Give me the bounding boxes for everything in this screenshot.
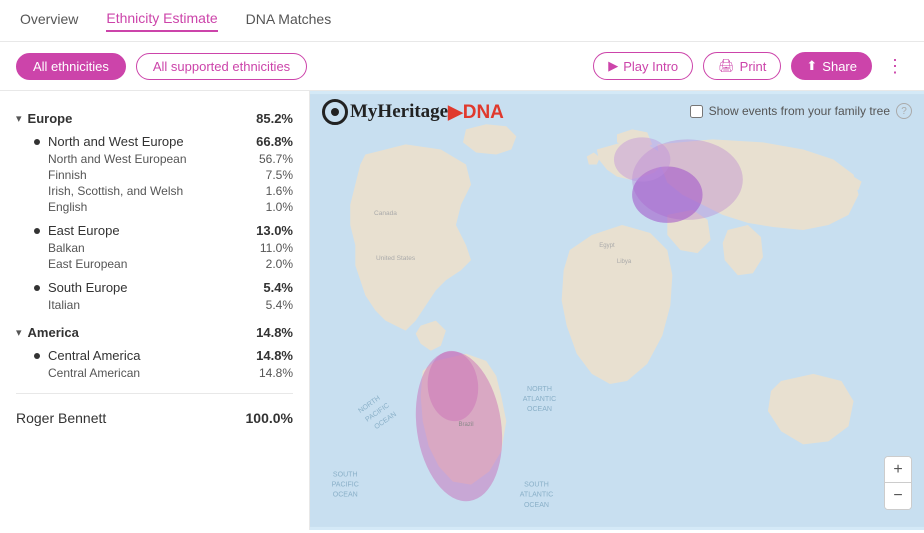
svg-text:ATLANTIC: ATLANTIC [523,396,556,403]
play-intro-button[interactable]: ▶ Play Intro [593,52,693,80]
region-america-pct: 14.8% [256,325,293,340]
subregion-south-pct: 5.4% [263,280,293,295]
list-item: Central American 14.8% [16,365,293,381]
main-content: ▾ Europe 85.2% North and West Europe 66.… [0,91,924,530]
region-europe[interactable]: ▾ Europe 85.2% [16,111,293,126]
zoom-in-button[interactable]: + [885,457,911,483]
svg-text:Canada: Canada [374,210,397,217]
svg-text:Brazil: Brazil [458,422,473,428]
svg-text:OCEAN: OCEAN [524,502,549,509]
show-events-checkbox[interactable] [690,105,703,118]
nav-ethnicity[interactable]: Ethnicity Estimate [106,10,217,32]
svg-text:Egypt: Egypt [599,243,615,249]
svg-text:United States: United States [376,255,416,262]
chevron-america: ▾ [16,326,22,339]
list-item: Italian 5.4% [16,297,293,313]
more-options-button[interactable]: ⋮ [882,56,908,77]
filter-all-supported[interactable]: All supported ethnicities [136,53,307,80]
list-item: North and West European 56.7% [16,151,293,167]
svg-text:Libya: Libya [617,259,632,265]
list-item: Balkan 11.0% [16,240,293,256]
logo-dna: ▶DNA [448,101,504,124]
svg-text:SOUTH: SOUTH [524,482,549,489]
map-panel[interactable]: MyHeritage▶DNA Show events from your fam… [310,91,924,530]
region-america-label: America [28,325,251,340]
region-europe-pct: 85.2% [256,111,293,126]
subregion-south-label: South Europe [48,280,263,295]
show-events-control[interactable]: Show events from your family tree ? [690,103,912,119]
subregion-central-pct: 14.8% [256,348,293,363]
nav-overview[interactable]: Overview [20,11,78,31]
svg-text:OCEAN: OCEAN [333,492,358,499]
bullet-central [34,353,40,359]
bullet-south [34,285,40,291]
filter-all-ethnicities[interactable]: All ethnicities [16,53,126,80]
subregion-east-pct: 13.0% [256,223,293,238]
divider [16,393,293,394]
zoom-out-button[interactable]: − [885,483,911,509]
subregion-nw-label: North and West Europe [48,134,256,149]
svg-text:OCEAN: OCEAN [527,406,552,413]
region-america[interactable]: ▾ America 14.8% [16,325,293,340]
subregion-south-europe[interactable]: South Europe 5.4% [16,278,293,297]
share-button[interactable]: ⬆ Share [791,52,872,80]
filter-bar: All ethnicities All supported ethnicitie… [0,42,924,91]
chevron-europe: ▾ [16,112,22,125]
subregion-east-europe[interactable]: East Europe 13.0% [16,221,293,240]
person-total-pct: 100.0% [246,410,293,426]
subregion-central-america[interactable]: Central America 14.8% [16,346,293,365]
svg-text:ATLANTIC: ATLANTIC [520,492,553,499]
person-total: Roger Bennett 100.0% [16,406,293,430]
subregion-nw-europe[interactable]: North and West Europe 66.8% [16,132,293,151]
bullet-nw [34,139,40,145]
bullet-east [34,228,40,234]
zoom-controls: + − [884,456,912,510]
show-events-label: Show events from your family tree [709,104,890,118]
list-item: Finnish 7.5% [16,167,293,183]
list-item: Irish, Scottish, and Welsh 1.6% [16,183,293,199]
logo-myheritage: MyHeritage [350,101,448,123]
subregion-nw-pct: 66.8% [256,134,293,149]
svg-text:PACIFIC: PACIFIC [332,482,359,489]
share-icon: ⬆ [806,58,817,74]
logo-circle-icon [322,99,348,125]
nav-dna-matches[interactable]: DNA Matches [246,11,332,31]
list-item: English 1.0% [16,199,293,215]
print-button[interactable]: 🖨 Print [703,52,781,80]
help-icon[interactable]: ? [896,103,912,119]
top-nav: Overview Ethnicity Estimate DNA Matches [0,0,924,42]
ethnicity-list: ▾ Europe 85.2% North and West Europe 66.… [0,91,310,530]
svg-text:SOUTH: SOUTH [333,472,358,479]
logo-circle-inner [331,108,339,116]
play-icon: ▶ [608,58,618,74]
region-europe-label: Europe [28,111,251,126]
svg-text:NORTH: NORTH [527,386,552,393]
world-map[interactable]: NORTH PACIFIC OCEAN NORTH ATLANTIC OCEAN… [310,91,924,530]
print-icon: 🖨 [718,58,735,74]
person-name: Roger Bennett [16,410,246,426]
list-item: East European 2.0% [16,256,293,272]
subregion-central-label: Central America [48,348,256,363]
subregion-east-label: East Europe [48,223,256,238]
map-logo: MyHeritage▶DNA [322,99,504,125]
